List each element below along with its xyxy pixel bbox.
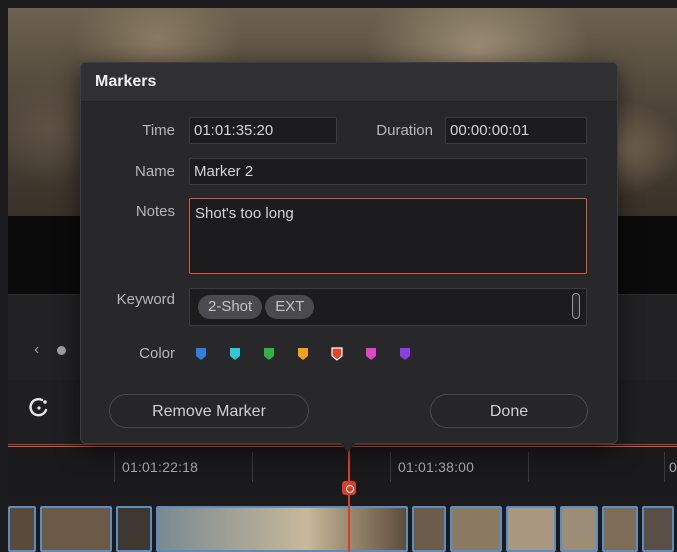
- notes-label: Notes: [135, 203, 175, 220]
- playhead[interactable]: [348, 446, 350, 552]
- ruler-tick: [664, 452, 665, 482]
- keyword-chip[interactable]: 2-Shot: [198, 295, 263, 319]
- ruler-tick: [114, 452, 115, 482]
- time-label: Time: [142, 122, 175, 139]
- timeline-clip[interactable]: [8, 506, 36, 552]
- color-swatch-purple[interactable]: [399, 347, 411, 361]
- timeline-clip[interactable]: [450, 506, 502, 552]
- name-label: Name: [134, 163, 175, 180]
- ruler-tick: [390, 452, 391, 482]
- ruler-tick: [528, 452, 529, 482]
- snap-icon[interactable]: [28, 396, 50, 418]
- ruler-timecode: 01:01:22:18: [122, 459, 199, 475]
- timeline-clip[interactable]: [40, 506, 112, 552]
- color-swatch-yellow[interactable]: [297, 347, 309, 361]
- ruler-tick: [252, 452, 253, 482]
- duration-label: Duration: [376, 122, 433, 139]
- name-field[interactable]: [189, 158, 587, 185]
- timeline-clip[interactable]: [560, 506, 598, 552]
- timeline-marker-icon[interactable]: [342, 481, 356, 495]
- color-label: Color: [139, 345, 175, 362]
- color-swatch-red[interactable]: [331, 347, 343, 361]
- timeline-clip[interactable]: [116, 506, 152, 552]
- timeline-clip[interactable]: [602, 506, 638, 552]
- timeline-clip[interactable]: [642, 506, 674, 552]
- notes-field[interactable]: Shot's too long: [189, 198, 587, 274]
- clip-track: [8, 506, 677, 552]
- dialog-header: Markers: [81, 63, 617, 102]
- duration-field[interactable]: [445, 117, 587, 144]
- previous-marker-icon[interactable]: ‹: [34, 341, 39, 359]
- keyword-chip[interactable]: EXT: [265, 295, 315, 319]
- done-button[interactable]: Done: [430, 394, 588, 428]
- color-swatch-blue[interactable]: [195, 347, 207, 361]
- timeline-clip[interactable]: [412, 506, 446, 552]
- color-swatch-pink[interactable]: [365, 347, 377, 361]
- keyword-label: Keyword: [116, 291, 175, 308]
- color-swatch-green[interactable]: [263, 347, 275, 361]
- ruler-timecode: 0: [669, 459, 677, 475]
- marker-nav-dot-icon[interactable]: [57, 346, 66, 355]
- dialog-pointer: [338, 440, 358, 452]
- timeline-clip[interactable]: [156, 506, 408, 552]
- keyword-scrollbar[interactable]: [572, 293, 580, 319]
- markers-dialog: Markers Time Duration Name Notes Shot's …: [80, 62, 618, 444]
- timeline-clip[interactable]: [506, 506, 556, 552]
- remove-marker-button[interactable]: Remove Marker: [109, 394, 309, 428]
- keyword-field[interactable]: 2-Shot EXT: [189, 288, 587, 326]
- color-swatch-cyan[interactable]: [229, 347, 241, 361]
- time-field[interactable]: [189, 117, 337, 144]
- dialog-title: Markers: [95, 73, 157, 90]
- ruler-timecode: 01:01:38:00: [398, 459, 475, 475]
